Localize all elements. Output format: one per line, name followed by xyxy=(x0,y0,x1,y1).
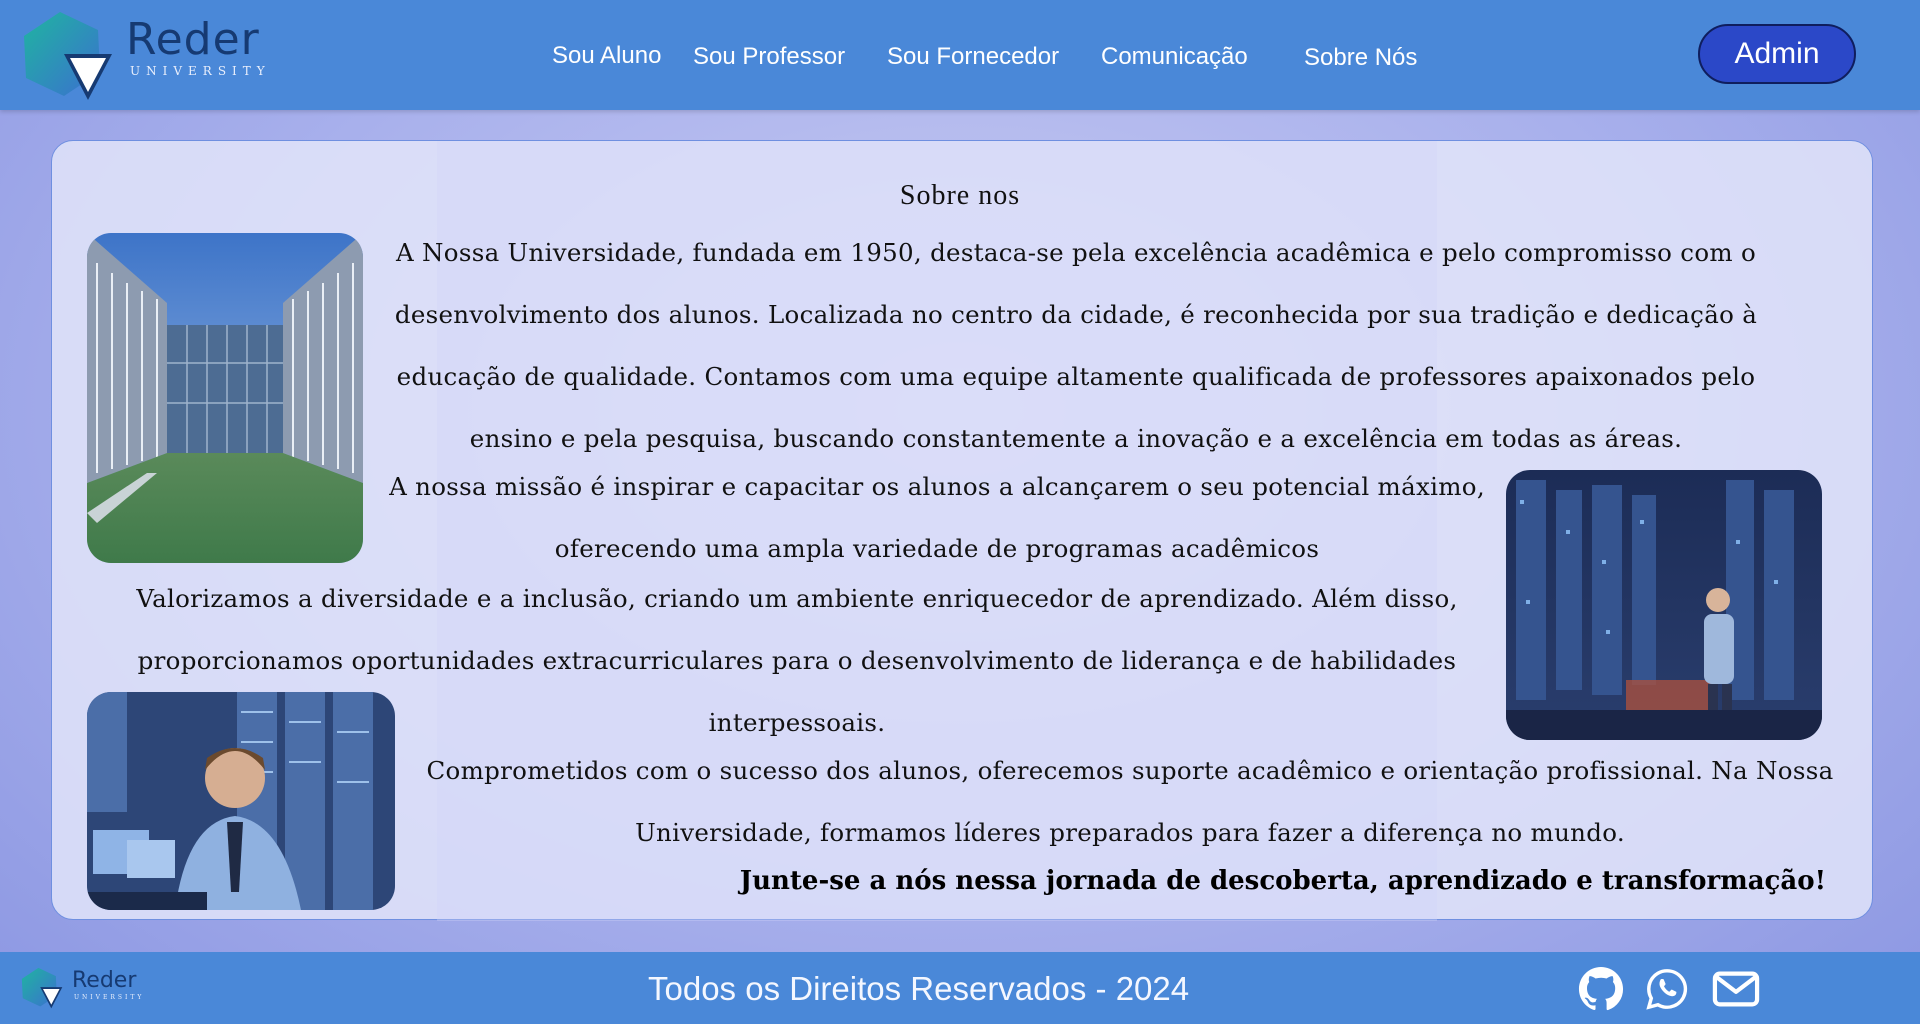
paragraph-commitment: Comprometidos com o sucesso dos alunos, … xyxy=(426,756,1834,847)
nav-sou-fornecedor[interactable]: Sou Fornecedor xyxy=(887,43,1059,71)
nav-sou-aluno[interactable]: Sou Aluno xyxy=(552,42,661,70)
hexagon-logo-icon xyxy=(21,967,63,1009)
mail-icon[interactable] xyxy=(1710,966,1762,1012)
closing-statement: Junte-se a nós nessa jornada de descober… xyxy=(739,866,1826,896)
nav-sou-professor[interactable]: Sou Professor xyxy=(693,43,845,71)
paragraph-mission: A nossa missão é inspirar e capacitar os… xyxy=(389,472,1485,563)
header: Reder UNIVERSITY Sou Aluno Sou Professor… xyxy=(0,0,1920,110)
whatsapp-icon[interactable] xyxy=(1644,966,1690,1012)
campus-building-image xyxy=(87,233,363,563)
student-computer-image xyxy=(87,692,395,910)
page-title: Sobre nos xyxy=(899,180,1021,211)
nav-comunicacao[interactable]: Comunicação xyxy=(1101,43,1248,71)
github-icon[interactable] xyxy=(1578,966,1624,1012)
admin-button[interactable]: Admin xyxy=(1698,24,1856,84)
footer-logo-name: Reder xyxy=(72,968,137,993)
logo-subtitle: UNIVERSITY xyxy=(130,64,271,78)
logo-name: Reder xyxy=(126,14,260,65)
reder-logo[interactable]: Reder UNIVERSITY xyxy=(20,10,265,106)
nav-sobre-nos[interactable]: Sobre Nós xyxy=(1304,44,1417,72)
hexagon-logo-icon xyxy=(24,12,112,100)
footer-logo-subtitle: UNIVERSITY xyxy=(74,994,145,1001)
server-room-image xyxy=(1506,470,1822,740)
copyright-text: Todos os Direitos Reservados - 2024 xyxy=(648,970,1190,1007)
footer-logo[interactable]: Reder UNIVERSITY xyxy=(20,966,150,1012)
footer: Reder UNIVERSITY Todos os Direitos Reser… xyxy=(0,952,1920,1024)
paragraph-founding: A Nossa Universidade, fundada em 1950, d… xyxy=(394,238,1758,453)
